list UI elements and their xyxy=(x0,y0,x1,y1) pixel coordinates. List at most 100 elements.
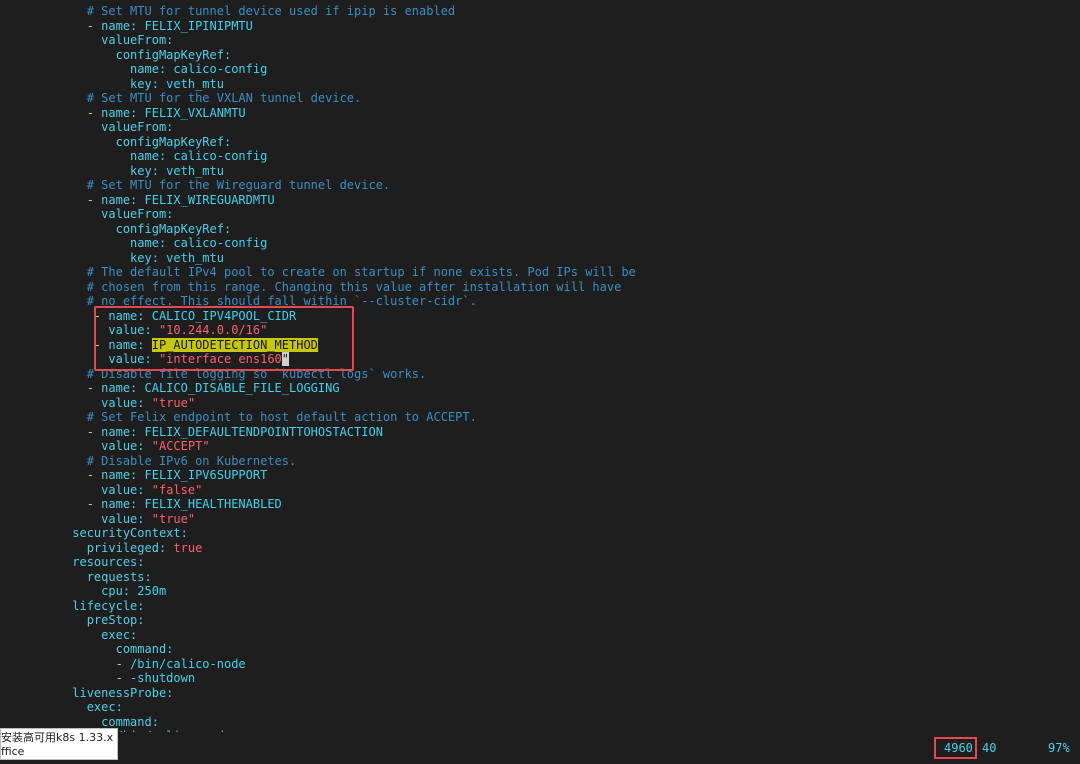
code-line[interactable]: value: "true" xyxy=(0,396,1080,411)
code-line[interactable]: # Set MTU for tunnel device used if ipip… xyxy=(0,4,1080,19)
code-token: valueFrom: xyxy=(101,120,174,134)
code-line[interactable]: key: veth_mtu xyxy=(0,251,1080,266)
code-line[interactable]: valueFrom: xyxy=(0,33,1080,48)
code-line[interactable]: # no effect. This should fall within `--… xyxy=(0,294,1080,309)
code-line[interactable]: valueFrom: xyxy=(0,120,1080,135)
code-token: name: xyxy=(101,468,138,482)
code-line[interactable]: - -shutdown xyxy=(0,671,1080,686)
code-token: "false" xyxy=(144,482,203,497)
code-line[interactable]: value: "true" xyxy=(0,512,1080,527)
code-token: # Set Felix endpoint to host default act… xyxy=(86,410,477,424)
code-line[interactable]: name: calico-config xyxy=(0,62,1080,77)
code-line[interactable]: - /bin/calico-node xyxy=(0,657,1080,672)
code-token: name: xyxy=(130,149,167,163)
code-line[interactable]: # Set MTU for the Wireguard tunnel devic… xyxy=(0,178,1080,193)
code-token: /bin/calico-node xyxy=(130,656,246,671)
code-line[interactable]: configMapKeyRef: xyxy=(0,48,1080,63)
code-line[interactable]: configMapKeyRef: xyxy=(0,135,1080,150)
code-line[interactable]: valueFrom: xyxy=(0,207,1080,222)
code-token: # Set MTU for tunnel device used if ipip… xyxy=(86,4,456,18)
code-token: requests: xyxy=(86,569,152,584)
code-line[interactable]: name: calico-config xyxy=(0,236,1080,251)
code-token: value: xyxy=(108,323,152,337)
code-line[interactable]: preStop: xyxy=(0,613,1080,628)
code-token: resources: xyxy=(72,555,145,569)
vim-editor-buffer[interactable]: # Set MTU for tunnel device used if ipip… xyxy=(0,4,1080,744)
code-token: - xyxy=(86,192,102,207)
code-line[interactable]: - name: FELIX_WIREGUARDMTU xyxy=(0,193,1080,208)
code-line[interactable]: command: xyxy=(0,642,1080,657)
code-token: calico-config xyxy=(166,62,268,76)
code-line[interactable]: # Disable file logging so `kubectl logs`… xyxy=(0,367,1080,382)
code-line[interactable]: key: veth_mtu xyxy=(0,77,1080,92)
code-line[interactable]: command: xyxy=(0,715,1080,730)
code-token: - xyxy=(115,671,131,685)
code-line[interactable]: - name: FELIX_DEFAULTENDPOINTTOHOSTACTIO… xyxy=(0,425,1080,440)
code-line[interactable]: resources: xyxy=(0,555,1080,570)
code-line[interactable]: - name: FELIX_HEALTHENABLED xyxy=(0,497,1080,512)
code-token: exec: xyxy=(101,627,138,642)
code-token: -shutdown xyxy=(130,671,196,685)
code-line[interactable]: cpu: 250m xyxy=(0,584,1080,599)
code-line[interactable]: exec: xyxy=(0,700,1080,715)
code-line[interactable]: - name: FELIX_IPV6SUPPORT xyxy=(0,468,1080,483)
code-token: name: xyxy=(108,337,145,352)
code-line[interactable]: - name: FELIX_IPINIPMTU xyxy=(0,19,1080,34)
code-token: valueFrom: xyxy=(101,33,174,47)
code-line[interactable]: # Disable IPv6 on Kubernetes. xyxy=(0,454,1080,469)
code-token: # The default IPv4 pool to create on sta… xyxy=(86,265,636,279)
code-line[interactable]: privileged: true xyxy=(0,541,1080,556)
code-token: veth_mtu xyxy=(158,163,224,178)
code-token: # no effect. This should fall within `--… xyxy=(86,294,477,308)
code-line[interactable]: # The default IPv4 pool to create on sta… xyxy=(0,265,1080,280)
code-line[interactable]: configMapKeyRef: xyxy=(0,222,1080,237)
code-token: name: xyxy=(101,497,138,511)
code-line[interactable]: value: "10.244.0.0/16" xyxy=(0,323,1080,338)
code-line[interactable]: # Set Felix endpoint to host default act… xyxy=(0,410,1080,425)
code-line[interactable]: - name: CALICO_IPV4POOL_CIDR xyxy=(0,309,1080,324)
tooltip-title: 安装高可用k8s 1.33.x 集 xyxy=(1,731,117,744)
code-line[interactable]: # Set MTU for the VXLAN tunnel device. xyxy=(0,91,1080,106)
code-line[interactable]: value: "false" xyxy=(0,483,1080,498)
code-token: name: xyxy=(101,424,138,439)
code-line[interactable]: requests: xyxy=(0,570,1080,585)
code-token: # Set MTU for the Wireguard tunnel devic… xyxy=(86,178,391,192)
code-line[interactable]: exec: xyxy=(0,628,1080,643)
code-line[interactable]: key: veth_mtu xyxy=(0,164,1080,179)
code-line[interactable]: name: calico-config xyxy=(0,149,1080,164)
code-line[interactable]: - name: FELIX_VXLANMTU xyxy=(0,106,1080,121)
code-line[interactable]: - name: IP_AUTODETECTION_METHOD xyxy=(0,337,1080,353)
code-line[interactable]: value: "ACCEPT" xyxy=(0,439,1080,454)
code-token: command: xyxy=(115,642,174,656)
code-line[interactable]: - name: CALICO_DISABLE_FILE_LOGGING xyxy=(0,381,1080,396)
code-line[interactable]: lifecycle: xyxy=(0,599,1080,614)
code-line[interactable]: value: "interface ens160" xyxy=(0,352,1080,367)
code-line[interactable]: livenessProbe: xyxy=(0,686,1080,701)
code-token: - xyxy=(86,468,102,482)
code-line[interactable]: securityContext: xyxy=(0,526,1080,541)
code-line[interactable]: # chosen from this range. Changing this … xyxy=(0,280,1080,295)
code-token: FELIX_WIREGUARDMTU xyxy=(137,192,275,207)
code-token: "true" xyxy=(144,511,196,526)
